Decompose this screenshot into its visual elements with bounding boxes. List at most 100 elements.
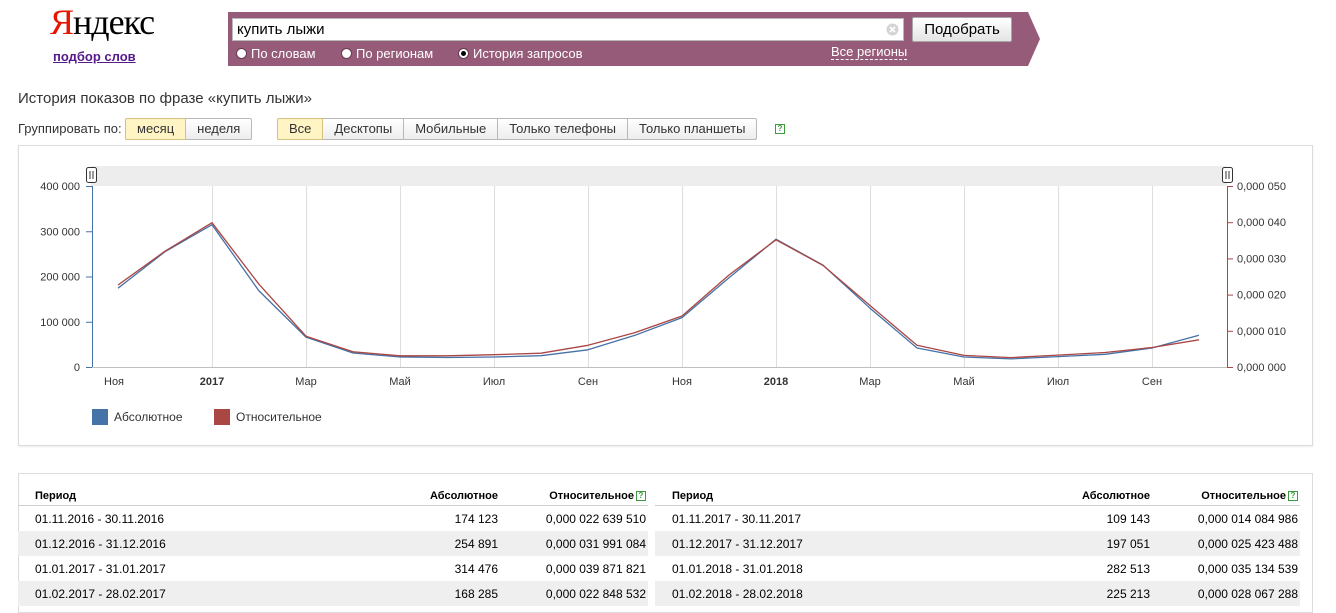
search-button[interactable]: Подобрать <box>912 17 1012 42</box>
legend-swatch-absolute <box>92 409 108 425</box>
device-mobile-button[interactable]: Мобильные <box>404 118 499 140</box>
group-by-label: Группировать по: <box>18 121 122 136</box>
group-by-month-button[interactable]: месяц <box>125 118 187 140</box>
x-tick-label: Ноя <box>104 376 124 388</box>
page-title: История показов по фразе «купить лыжи» <box>18 90 312 107</box>
yandex-logo[interactable]: Яндекс <box>50 2 155 42</box>
table-row: 01.02.2017 - 28.02.2017 168 285 0,000 022 … <box>18 581 648 606</box>
group-by-toggle: месяц неделя <box>125 118 253 140</box>
series-line-absolute <box>117 224 1200 360</box>
cell-absolute: 254 891 <box>358 531 498 556</box>
legend-label: Относительное <box>236 410 322 424</box>
column-header-relative-label: Относительное <box>549 490 634 502</box>
all-regions-link[interactable]: Все регионы <box>831 45 908 60</box>
x-tick-label: Мар <box>295 376 317 388</box>
cell-relative: 0,000 022 848 532 <box>498 581 648 606</box>
wordstat-link[interactable]: подбор слов <box>53 49 136 64</box>
search-input[interactable]: купить лыжи <box>237 21 325 38</box>
cell-relative: 0,000 022 639 510 <box>545 511 646 526</box>
x-tick-label: Сен <box>578 376 598 388</box>
column-header-period: Период <box>18 487 358 506</box>
x-tick-label: Июл <box>1047 376 1069 388</box>
column-header-relative: Относительное? <box>1150 487 1300 506</box>
cell-absolute: 197 051 <box>995 531 1150 556</box>
radio-query-history[interactable]: История запросов <box>458 45 583 61</box>
cell-relative: 0,000 039 871 821 <box>545 561 646 576</box>
y-left-tick-label: 200 000 <box>40 272 80 284</box>
x-tick-label: 2017 <box>200 376 224 388</box>
y-right-tick-label: 0,000 010 <box>1237 326 1286 338</box>
left-range-handle[interactable] <box>86 167 97 183</box>
x-tick-label: Май <box>953 376 975 388</box>
clear-icon[interactable] <box>886 23 899 36</box>
radio-label: История запросов <box>473 45 583 61</box>
table-row: 01.01.2018 - 31.01.2018 282 513 0,000 035 … <box>655 556 1300 581</box>
x-tick-label: Май <box>389 376 411 388</box>
table-row: 01.02.2018 - 28.02.2018 225 213 0,000 028 … <box>655 581 1300 606</box>
cell-absolute: 174 123 <box>454 511 498 526</box>
x-tick-label: 2018 <box>764 376 788 388</box>
table-row: 01.01.2017 - 31.01.2017 314 476 0,000 039 … <box>18 556 648 581</box>
cell-absolute: 168 285 <box>358 581 498 606</box>
column-header-absolute: Абсолютное <box>358 487 498 506</box>
cell-relative: 0,000 025 423 488 <box>1150 531 1300 556</box>
device-desktop-button[interactable]: Десктопы <box>323 118 405 140</box>
cell-relative: 0,000 014 084 986 <box>1197 511 1298 526</box>
radio-label: По словам <box>251 45 316 61</box>
column-header-relative-label: Относительное <box>1201 490 1286 502</box>
right-range-handle[interactable] <box>1222 167 1233 183</box>
radio-circle-icon[interactable] <box>341 47 352 59</box>
help-icon[interactable]: ? <box>636 491 646 501</box>
radio-by-words[interactable]: По словам <box>236 45 316 61</box>
x-tick-label: Сен <box>1142 376 1162 388</box>
cell-relative: 0,000 028 067 288 <box>1150 581 1300 606</box>
cell-period: 01.02.2017 - 28.02.2017 <box>18 581 358 606</box>
cell-period: 01.12.2016 - 31.12.2016 <box>18 531 358 556</box>
cell-period: 01.11.2016 - 30.11.2016 <box>35 511 164 526</box>
cell-period: 01.12.2017 - 31.12.2017 <box>655 531 995 556</box>
cell-absolute: 109 143 <box>1106 511 1150 526</box>
radio-circle-selected-icon[interactable] <box>458 47 469 59</box>
device-tablets-button[interactable]: Только планшеты <box>628 118 758 140</box>
y-right-tick-label: 0,000 000 <box>1237 362 1286 374</box>
column-header-period: Период <box>655 487 995 506</box>
y-left-tick-label: 100 000 <box>40 317 80 329</box>
table-right: Период Абсолютное Относительное? 01.11.2… <box>655 487 1300 606</box>
table-row: 01.11.2016 - 30.11.2016 174 123 0,000 022 … <box>18 506 648 532</box>
series-line-relative <box>117 222 1200 359</box>
cell-relative: 0,000 031 991 084 <box>498 531 648 556</box>
cell-period: 01.02.2018 - 28.02.2018 <box>655 581 995 606</box>
cell-absolute: 225 213 <box>995 581 1150 606</box>
legend-absolute[interactable]: Абсолютное <box>92 409 183 425</box>
legend-label: Абсолютное <box>114 410 183 424</box>
search-input-box[interactable] <box>232 18 904 41</box>
table-row: 01.12.2017 - 31.12.2017 197 051 0,000 025 … <box>655 531 1300 556</box>
group-by-week-button[interactable]: неделя <box>186 118 253 140</box>
cell-period: 01.01.2018 - 31.01.2018 <box>672 561 803 576</box>
y-left-tick-label: 0 <box>74 362 80 374</box>
chart-navigator-band <box>91 166 1227 186</box>
radio-circle-icon[interactable] <box>236 47 247 59</box>
y-left-tick-label: 400 000 <box>40 181 80 193</box>
history-chart: Ноя 2017 Мар Май Июл Сен Ноя 2018 Мар Май Июл Сен 0 1… <box>40 166 1286 388</box>
radio-label: По регионам <box>356 45 434 61</box>
device-all-button[interactable]: Все <box>277 118 324 140</box>
logo-text: ндекс <box>73 2 155 42</box>
device-phones-button[interactable]: Только телефоны <box>498 118 629 140</box>
help-icon[interactable]: ? <box>775 124 785 134</box>
legend-relative[interactable]: Относительное <box>214 409 322 425</box>
legend-swatch-relative <box>214 409 230 425</box>
cell-relative: 0,000 035 134 539 <box>1197 561 1298 576</box>
y-left-tick-label: 300 000 <box>40 226 80 238</box>
cell-absolute: 282 513 <box>1106 561 1150 576</box>
x-tick-label: Ноя <box>672 376 692 388</box>
device-filter: Все Десктопы Мобильные Только телефоны Т… <box>277 118 758 140</box>
help-icon[interactable]: ? <box>1288 491 1298 501</box>
cell-period: 01.11.2017 - 30.11.2017 <box>672 511 801 526</box>
y-right-tick-label: 0,000 030 <box>1237 253 1286 265</box>
table-row: 01.12.2016 - 31.12.2016 254 891 0,000 031 … <box>18 531 648 556</box>
radio-by-regions[interactable]: По регионам <box>341 45 433 61</box>
y-right-tick-label: 0,000 040 <box>1237 217 1286 229</box>
x-tick-label: Мар <box>859 376 881 388</box>
cell-period: 01.01.2017 - 31.01.2017 <box>35 561 166 576</box>
